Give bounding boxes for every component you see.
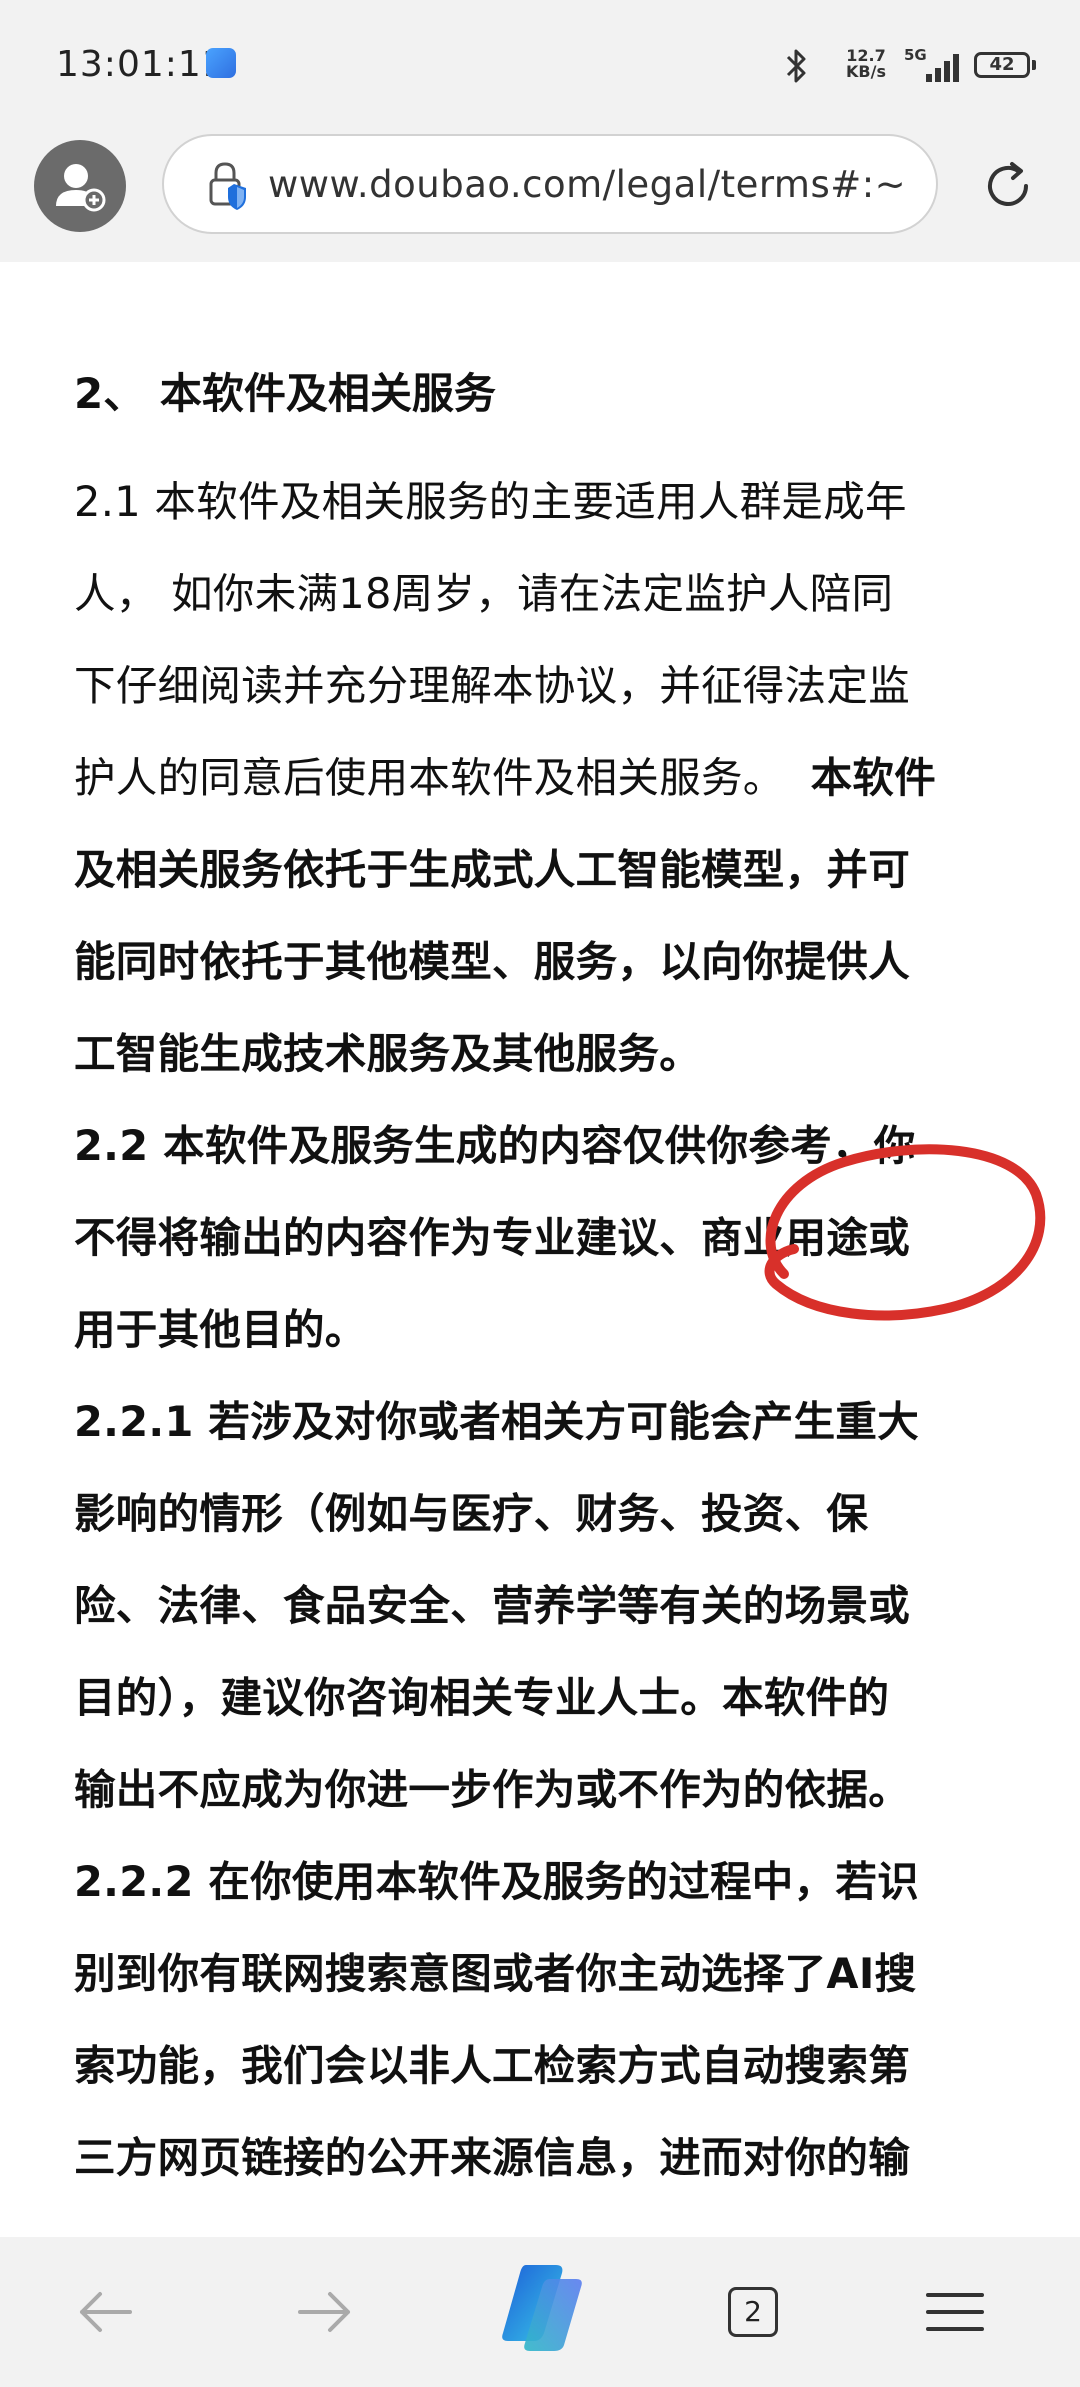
text-line: 三方网页链接的公开来源信息，进而对你的输 — [74, 2133, 911, 2182]
text-line: 人， 如你未满18周岁，请在法定监护人陪同 — [74, 569, 894, 618]
battery-indicator: 42 — [974, 52, 1030, 78]
text-line: 能同时依托于其他模型、服务，以向你提供人 — [74, 937, 911, 986]
arrow-left-icon — [80, 2292, 132, 2332]
reload-button[interactable] — [978, 156, 1038, 216]
text-line: 2.2.2 在你使用本软件及服务的过程中，若识 — [74, 1857, 920, 1906]
arrow-right-icon — [298, 2292, 350, 2332]
profile-avatar-button[interactable] — [34, 140, 126, 232]
menu-button[interactable] — [910, 2267, 1000, 2357]
browser-bottom-toolbar: 2 — [0, 2237, 1080, 2387]
text-line: 工智能生成技术服务及其他服务。 — [74, 1029, 702, 1078]
signal-icon: 5G — [904, 46, 968, 90]
text-line: 用于其他目的。 — [74, 1305, 367, 1354]
tab-count-button[interactable]: 2 — [728, 2287, 778, 2337]
app-notification-icon — [206, 48, 236, 78]
text-line: 护人的同意后使用本软件及相关服务。 本软件 — [74, 753, 1014, 803]
tab-count-label: 2 — [744, 2295, 762, 2328]
text-span: 护人的同意后使用本软件及相关服务。 — [74, 753, 785, 802]
text-line: 索功能，我们会以非人工检索方式自动搜索第 — [74, 2041, 911, 2090]
bluetooth-icon — [782, 48, 810, 88]
text-line: 2.2 本软件及服务生成的内容仅供你参考，你 — [74, 1121, 916, 1170]
text-span-bold: 本软件 — [810, 753, 937, 802]
battery-tip — [1032, 60, 1036, 70]
section-heading: 2、 本软件及相关服务 — [74, 369, 496, 418]
text-line: 2.1 本软件及相关服务的主要适用人群是成年 — [74, 477, 907, 526]
status-time: 13:01:11 — [56, 44, 226, 85]
copilot-logo-icon — [502, 2265, 582, 2351]
text-line: 不得将输出的内容作为专业建议、商业用途或 — [74, 1213, 911, 1262]
text-line: 输出不应成为你进一步作为或不作为的依据。 — [74, 1765, 911, 1814]
browser-address-row: www.doubao.com/legal/terms#:~:te — [0, 130, 1080, 262]
text-line: 目的），建议你咨询相关专业人士。本软件的 — [74, 1673, 890, 1722]
text-line: 别到你有联网搜索意图或者你主动选择了AI搜 — [74, 1949, 917, 1998]
network-speed: 12.7 KB/s — [836, 48, 896, 80]
status-bar: 13:01:11 12.7 KB/s 5G 42 — [0, 0, 1080, 130]
reload-icon — [988, 162, 1028, 206]
text-line: 下仔细阅读并充分理解本协议，并征得法定监 — [74, 661, 911, 710]
battery-level: 42 — [989, 54, 1015, 75]
network-speed-unit: KB/s — [846, 62, 886, 81]
text-line: 影响的情形（例如与医疗、财务、投资、保 — [74, 1489, 869, 1538]
text-line: 及相关服务依托于生成式人工智能模型，并可 — [74, 845, 911, 894]
forward-button[interactable] — [280, 2267, 370, 2357]
copilot-button[interactable] — [494, 2257, 590, 2357]
hamburger-menu-icon — [926, 2293, 984, 2331]
text-line: 险、法律、食品安全、营养学等有关的场景或 — [74, 1581, 911, 1630]
back-button[interactable] — [60, 2267, 150, 2357]
text-line: 2.2.1 若涉及对你或者相关方可能会产生重大 — [74, 1397, 920, 1446]
url-bar[interactable]: www.doubao.com/legal/terms#:~:te — [162, 134, 938, 234]
security-lock-icon — [204, 160, 254, 212]
url-text[interactable]: www.doubao.com/legal/terms#:~:te — [268, 163, 908, 206]
add-user-icon — [56, 164, 106, 212]
network-type-label: 5G — [904, 46, 927, 64]
